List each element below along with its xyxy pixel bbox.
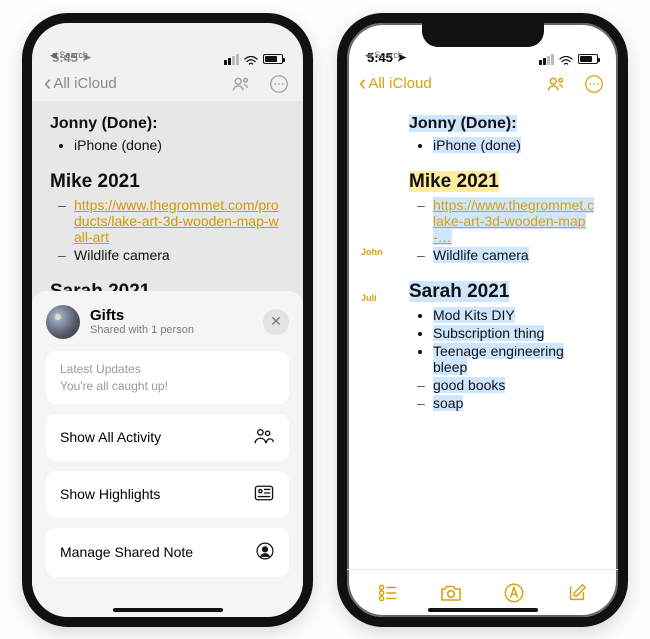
section-heading: Mike 2021 xyxy=(409,171,600,193)
list-item: iPhone (done) xyxy=(433,137,600,153)
home-indicator[interactable] xyxy=(428,608,538,612)
phone-right: 5:45 ➤ ◀ Search ‹ All iCloud xyxy=(337,13,628,627)
more-icon[interactable] xyxy=(267,72,291,96)
back-button[interactable]: ‹ All iCloud xyxy=(44,73,117,95)
avatar xyxy=(46,305,80,339)
collaborate-icon[interactable] xyxy=(544,72,568,96)
people-icon xyxy=(253,427,275,448)
back-label: All iCloud xyxy=(368,75,431,92)
list-item: soap xyxy=(433,395,600,411)
wifi-icon xyxy=(559,54,573,64)
person-circle-icon xyxy=(255,541,275,564)
list-item: good books xyxy=(433,377,600,393)
cellular-icon xyxy=(224,54,239,65)
list-item: Teenage engineering bleep xyxy=(433,343,600,375)
camera-icon[interactable] xyxy=(439,581,463,605)
battery-icon xyxy=(578,54,598,64)
nav-bar: ‹ All iCloud xyxy=(32,67,303,101)
list-item: Subscription thing xyxy=(433,325,600,341)
close-icon: ✕ xyxy=(270,313,282,330)
status-bar: 5:45 ➤ ◀ Search xyxy=(32,23,303,67)
note-content[interactable]: John Juli Jonny (Done): iPhone (done) Mi… xyxy=(347,101,618,569)
chevron-left-icon: ‹ xyxy=(44,72,51,94)
back-label: All iCloud xyxy=(53,75,116,92)
show-highlights-button[interactable]: Show Highlights xyxy=(46,471,289,518)
highlights-icon xyxy=(253,484,275,505)
compose-icon[interactable] xyxy=(565,581,589,605)
author-tag: Juli xyxy=(361,293,377,303)
back-button[interactable]: ‹ All iCloud xyxy=(359,73,432,95)
collaborate-icon[interactable] xyxy=(229,72,253,96)
more-icon[interactable] xyxy=(582,72,606,96)
note-link[interactable]: https://www.thegrommet.c lake-art-3d-woo… xyxy=(433,197,594,245)
close-button[interactable]: ✕ xyxy=(263,309,289,335)
markup-icon[interactable] xyxy=(502,581,526,605)
show-all-activity-button[interactable]: Show All Activity xyxy=(46,414,289,461)
section-heading: Jonny (Done): xyxy=(409,115,600,133)
phone-left: 5:45 ➤ ◀ Search ‹ All iCloud xyxy=(22,13,313,627)
list-item: Wildlife camera xyxy=(433,247,600,263)
chevron-left-icon: ‹ xyxy=(359,72,366,94)
sheet-title: Gifts xyxy=(90,307,194,324)
home-indicator[interactable] xyxy=(113,608,223,612)
checklist-icon[interactable] xyxy=(376,581,400,605)
status-bar: 5:45 ➤ ◀ Search xyxy=(347,23,618,67)
back-to-app[interactable]: ◀ Search xyxy=(365,50,403,61)
wifi-icon xyxy=(244,54,258,64)
list-item: Mod Kits DIY xyxy=(433,307,600,323)
share-sheet: Gifts Shared with 1 person ✕ Latest Upda… xyxy=(32,291,303,617)
nav-bar: ‹ All iCloud xyxy=(347,67,618,101)
back-to-app[interactable]: ◀ Search xyxy=(50,50,88,61)
list-item: https://www.thegrommet.c lake-art-3d-woo… xyxy=(433,197,600,245)
battery-icon xyxy=(263,54,283,64)
section-heading: Sarah 2021 xyxy=(409,281,600,303)
author-tag: John xyxy=(361,247,383,257)
manage-shared-note-button[interactable]: Manage Shared Note xyxy=(46,528,289,577)
cellular-icon xyxy=(539,54,554,65)
sheet-subtitle: Shared with 1 person xyxy=(90,324,194,336)
latest-updates-card: Latest Updates You're all caught up! xyxy=(46,351,289,404)
